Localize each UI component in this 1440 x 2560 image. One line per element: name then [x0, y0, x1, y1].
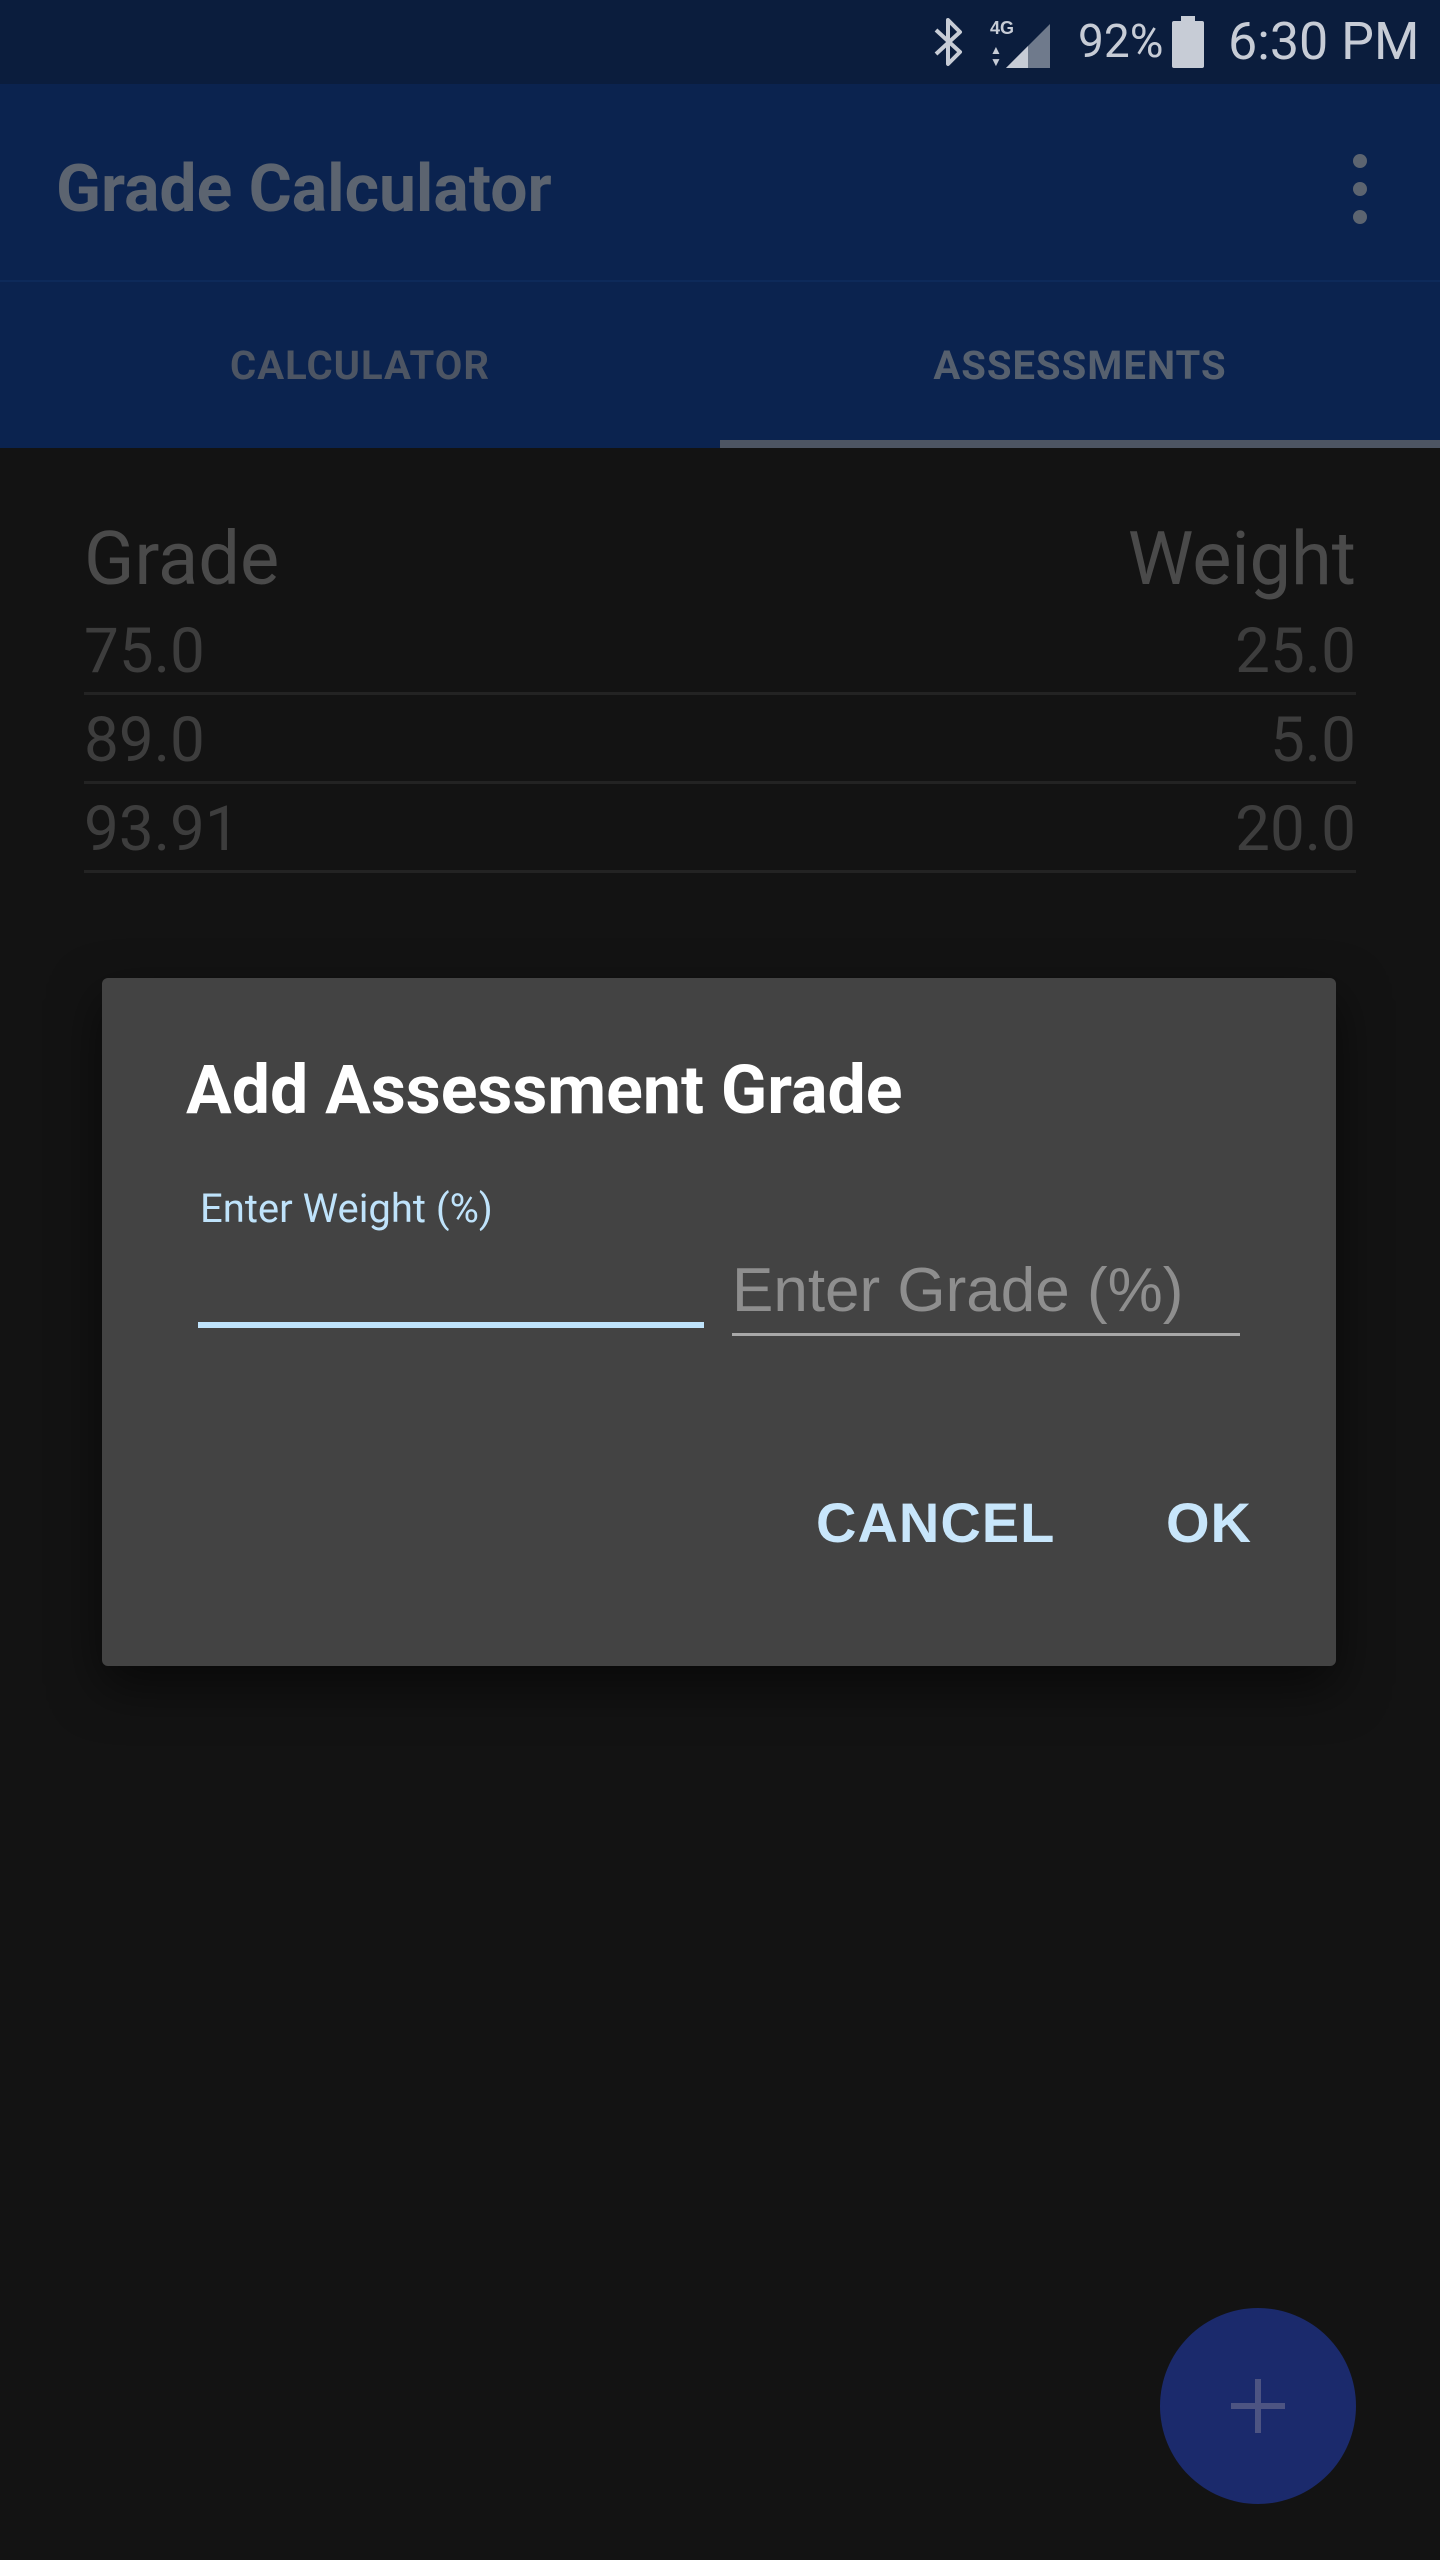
grade-cell: 93.91 — [84, 793, 240, 866]
app-bar: Grade Calculator — [0, 84, 1440, 280]
tab-assessments[interactable]: ASSESSMENTS — [720, 282, 1440, 450]
weight-input[interactable] — [198, 1248, 704, 1328]
add-assessment-fab[interactable] — [1160, 2308, 1356, 2504]
dialog-title: Add Assessment Grade — [186, 1050, 903, 1130]
weight-field-label: Enter Weight (%) — [200, 1185, 493, 1232]
battery-icon — [1172, 16, 1204, 68]
grade-input[interactable] — [732, 1248, 1240, 1336]
overflow-menu-button[interactable] — [1330, 144, 1390, 234]
grade-cell: 89.0 — [84, 704, 205, 777]
tab-bar: CALCULATOR ASSESSMENTS — [0, 280, 1440, 448]
add-assessment-dialog: Add Assessment Grade Enter Weight (%) CA… — [102, 978, 1336, 1666]
app-title: Grade Calculator — [56, 151, 552, 228]
grade-cell: 75.0 — [84, 615, 205, 688]
clock: 6:30 PM — [1228, 11, 1420, 72]
weight-cell: 5.0 — [1269, 704, 1356, 777]
table-row[interactable]: 93.91 20.0 — [84, 784, 1356, 873]
tab-calculator[interactable]: CALCULATOR — [0, 282, 720, 450]
cancel-button[interactable]: CANCEL — [816, 1478, 1055, 1568]
tab-indicator — [720, 440, 1440, 448]
signal-4g-icon: 4G ▲ ▼ — [990, 18, 1050, 69]
grade-field — [732, 1248, 1240, 1340]
weight-field: Enter Weight (%) — [198, 1184, 704, 1344]
weight-cell: 20.0 — [1235, 793, 1356, 866]
bluetooth-icon — [934, 18, 962, 66]
weight-column-header: Weight — [1127, 516, 1356, 603]
battery-percentage: 92% — [1078, 15, 1164, 69]
table-row[interactable]: 89.0 5.0 — [84, 695, 1356, 784]
status-bar: 4G ▲ ▼ 92% 6:30 PM — [0, 0, 1440, 84]
svg-text:4G: 4G — [990, 18, 1014, 38]
svg-text:▼: ▼ — [990, 55, 1002, 69]
ok-button[interactable]: OK — [1166, 1478, 1252, 1568]
grade-column-header: Grade — [84, 516, 280, 603]
weight-cell: 25.0 — [1235, 615, 1356, 688]
table-row[interactable]: 75.0 25.0 — [84, 606, 1356, 695]
